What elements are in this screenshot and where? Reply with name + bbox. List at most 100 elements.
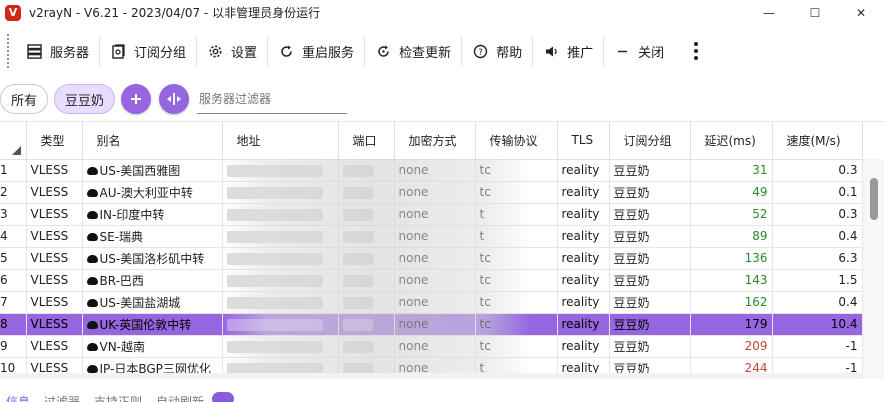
- redacted-port: [342, 340, 373, 353]
- row-alias-label: US-美国西雅图: [99, 163, 181, 178]
- row-type: VLESS: [26, 203, 83, 226]
- row-index: 8: [0, 313, 27, 336]
- row-address: [222, 291, 339, 314]
- server-table: 类型 别名 地址 端口 加密方式 传输协议 TLS 订阅分组 延迟(ms) 速度…: [0, 122, 884, 379]
- column-header-tls[interactable]: TLS: [557, 122, 610, 160]
- check-update-button[interactable]: 检查更新: [365, 33, 461, 69]
- table-row[interactable]: 3 VLESS IN-印度中转 none t reality 豆豆奶 52 0.3: [0, 203, 863, 226]
- row-speed: 0.4: [772, 225, 863, 248]
- row-alias: BR-巴西: [82, 269, 223, 292]
- title-bar: V v2rayN - V6.21 - 2023/04/07 - 以非管理员身份运…: [0, 0, 884, 25]
- toolbar-grip-icon: [6, 33, 10, 69]
- cloud-icon: [86, 188, 98, 197]
- help-button[interactable]: ? 帮助: [462, 33, 532, 69]
- row-latency: 52: [690, 203, 773, 226]
- server-filter-input[interactable]: [197, 84, 348, 114]
- close-app-button[interactable]: 关闭: [604, 33, 674, 69]
- help-label: 帮助: [496, 45, 523, 61]
- group-chip-all[interactable]: 所有: [0, 84, 49, 114]
- window-controls: — ☐ ✕: [746, 0, 884, 25]
- row-tls: reality: [557, 225, 610, 248]
- column-header-address[interactable]: 地址: [222, 122, 339, 160]
- redacted-port: [342, 274, 373, 287]
- table-row[interactable]: 5 VLESS US-美国洛杉矶中转 none tc reality 豆豆奶 136 6.3: [0, 247, 863, 270]
- column-header-speed[interactable]: 速度(M/s): [772, 122, 863, 160]
- group-chip-active[interactable]: 豆豆奶: [54, 84, 116, 114]
- maximize-button[interactable]: ☐: [792, 0, 838, 25]
- row-speed: 0.1: [772, 181, 863, 204]
- minimize-button[interactable]: —: [746, 0, 792, 25]
- column-header-port[interactable]: 端口: [338, 122, 395, 160]
- table-row[interactable]: 2 VLESS AU-澳大利亚中转 none tc reality 豆豆奶 49 0.1: [0, 181, 863, 204]
- column-header-alias[interactable]: 别名: [82, 122, 223, 160]
- close-window-button[interactable]: ✕: [838, 0, 884, 25]
- more-options-icon[interactable]: [686, 42, 706, 60]
- servers-menu-button[interactable]: 服务器: [16, 33, 99, 69]
- cloud-icon: [86, 320, 98, 329]
- server-icon: [26, 43, 42, 59]
- update-icon: [375, 43, 391, 59]
- restart-service-button[interactable]: 重启服务: [268, 33, 364, 69]
- column-header-latency[interactable]: 延迟(ms): [690, 122, 773, 160]
- row-index: 9: [0, 335, 27, 358]
- row-type: VLESS: [26, 247, 83, 270]
- row-alias: US-美国西雅图: [82, 159, 223, 182]
- row-transport: t: [475, 203, 558, 226]
- row-tls: reality: [557, 247, 610, 270]
- status-regex-label: 支持正则: [94, 395, 143, 402]
- table-row[interactable]: 9 VLESS VN-越南 none tc reality 豆豆奶 209 -1: [0, 335, 863, 358]
- table-row[interactable]: 1 VLESS US-美国西雅图 none tc reality 豆豆奶 31 0.3: [0, 159, 863, 182]
- horizontal-scrollbar[interactable]: [0, 373, 862, 379]
- column-header-type[interactable]: 类型: [26, 122, 83, 160]
- column-header-subscription[interactable]: 订阅分组: [609, 122, 691, 160]
- row-port: [338, 313, 395, 336]
- row-tls: reality: [557, 291, 610, 314]
- row-alias: US-美国洛杉矶中转: [82, 247, 223, 270]
- row-type: VLESS: [26, 291, 83, 314]
- redacted-port: [342, 252, 373, 265]
- row-address: [222, 313, 339, 336]
- table-header-row: 类型 别名 地址 端口 加密方式 传输协议 TLS 订阅分组 延迟(ms) 速度…: [0, 122, 863, 160]
- row-subscription: 豆豆奶: [609, 269, 691, 292]
- row-speed: 0.3: [772, 159, 863, 182]
- row-index: 2: [0, 181, 27, 204]
- restart-icon: [278, 43, 294, 59]
- settings-menu-button[interactable]: 设置: [197, 33, 267, 69]
- cloud-icon: [86, 232, 98, 241]
- row-index: 7: [0, 291, 27, 314]
- group-filter-bar: 所有 豆豆奶: [0, 77, 884, 122]
- subscription-menu-button[interactable]: 订阅分组: [100, 33, 196, 69]
- row-alias-label: UK-英国伦敦中转: [99, 317, 192, 332]
- row-port: [338, 335, 395, 358]
- column-header-encryption[interactable]: 加密方式: [394, 122, 476, 160]
- redacted-port: [342, 208, 373, 221]
- subscription-icon: [110, 43, 126, 59]
- column-header-index[interactable]: [0, 122, 27, 160]
- move-group-button[interactable]: [159, 84, 190, 114]
- row-alias: UK-英国伦敦中转: [82, 313, 223, 336]
- row-speed: 0.3: [772, 203, 863, 226]
- row-encryption: none: [394, 203, 476, 226]
- window-title: v2rayN - V6.21 - 2023/04/07 - 以非管理员身份运行: [29, 6, 321, 20]
- status-info-tab[interactable]: 信息: [6, 392, 30, 402]
- table-row[interactable]: 8 VLESS UK-英国伦敦中转 none tc reality 豆豆奶 179 10.4: [0, 313, 863, 336]
- scrollbar-thumb[interactable]: [870, 178, 878, 220]
- row-transport: tc: [475, 313, 558, 336]
- redacted-addr: [226, 274, 323, 287]
- check-update-label: 检查更新: [399, 45, 452, 61]
- column-header-transport[interactable]: 传输协议: [475, 122, 558, 160]
- add-group-button[interactable]: [121, 84, 152, 114]
- row-type: VLESS: [26, 269, 83, 292]
- help-icon: ?: [472, 43, 488, 59]
- table-row[interactable]: 4 VLESS SE-瑞典 none t reality 豆豆奶 89 0.4: [0, 225, 863, 248]
- table-row[interactable]: 7 VLESS US-美国盐湖城 none tc reality 豆豆奶 162 0.4: [0, 291, 863, 314]
- row-alias-label: IN-印度中转: [99, 207, 165, 222]
- table-row[interactable]: 6 VLESS BR-巴西 none tc reality 豆豆奶 143 1.5: [0, 269, 863, 292]
- promotion-button[interactable]: 推广: [533, 33, 603, 69]
- vertical-scrollbar[interactable]: [862, 159, 884, 379]
- auto-refresh-toggle[interactable]: [212, 392, 235, 402]
- row-subscription: 豆豆奶: [609, 159, 691, 182]
- row-address: [222, 181, 339, 204]
- row-subscription: 豆豆奶: [609, 291, 691, 314]
- row-transport: tc: [475, 159, 558, 182]
